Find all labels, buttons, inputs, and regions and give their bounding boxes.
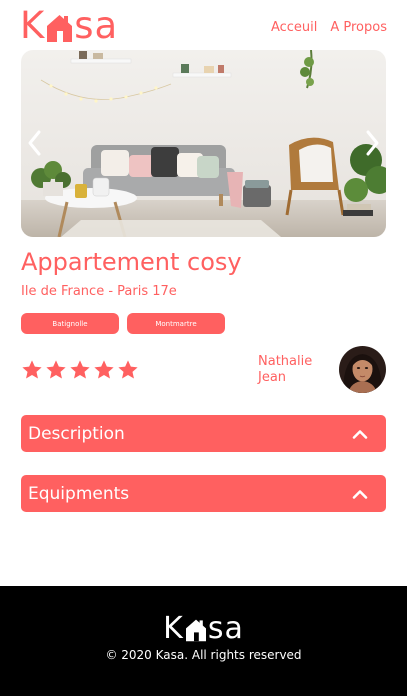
star-icon — [118, 360, 138, 379]
apartment-photo — [21, 50, 386, 237]
chevron-up-icon[interactable] — [352, 489, 368, 499]
star-icon — [70, 360, 90, 379]
nav-link-home[interactable]: Acceuil — [271, 20, 317, 35]
house-logo-icon — [185, 619, 206, 642]
tag-list: Batignolle Montmartre — [21, 313, 225, 334]
rating-stars — [21, 359, 139, 381]
carousel-next-icon[interactable] — [362, 128, 382, 158]
carousel-prev-icon[interactable] — [25, 128, 45, 158]
main-nav: Acceuil A Propos — [271, 20, 387, 35]
host-avatar — [339, 346, 386, 393]
equipments-collapse-label: Equipments — [28, 483, 130, 504]
footer-logo-letter-k: K — [163, 611, 184, 646]
copyright-text: © 2020 Kasa. All rights reserved — [105, 648, 302, 662]
listing-title: Appartement cosy — [21, 248, 242, 276]
host-name: Nathalie Jean — [258, 354, 328, 386]
kasa-logo[interactable]: K sa — [20, 4, 118, 48]
description-collapse[interactable]: Description — [21, 415, 386, 452]
footer: K sa © 2020 Kasa. All rights reserved — [0, 586, 407, 696]
host-last-name: Jean — [258, 370, 287, 385]
star-icon — [46, 360, 66, 379]
logo-letter-k: K — [20, 4, 46, 47]
footer-logo-letters-sa: sa — [207, 611, 244, 646]
header: K sa Acceuil A Propos — [0, 0, 407, 50]
nav-link-about[interactable]: A Propos — [330, 20, 387, 35]
listing-location: Ile de France - Paris 17e — [21, 284, 177, 299]
star-icon — [94, 360, 114, 379]
equipments-collapse[interactable]: Equipments — [21, 475, 386, 512]
host-first-name: Nathalie — [258, 354, 313, 369]
house-logo-icon — [47, 15, 73, 42]
logo-letters-sa: sa — [74, 4, 119, 47]
star-icon — [22, 360, 42, 379]
description-collapse-label: Description — [28, 423, 125, 444]
photo-carousel — [21, 50, 386, 237]
tag-batignolle: Batignolle — [21, 313, 119, 334]
footer-logo: K sa — [0, 612, 407, 646]
tag-montmartre: Montmartre — [127, 313, 225, 334]
chevron-up-icon[interactable] — [352, 429, 368, 439]
